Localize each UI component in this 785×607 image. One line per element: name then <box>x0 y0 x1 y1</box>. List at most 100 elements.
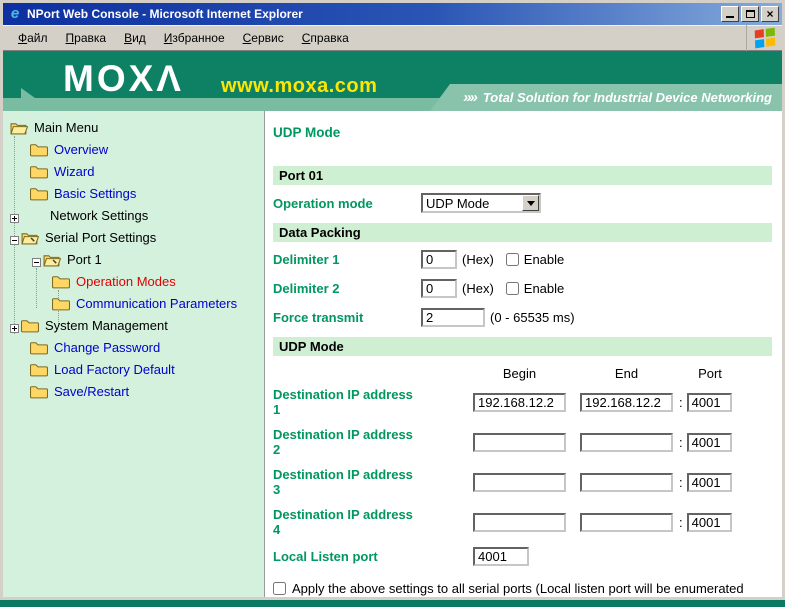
moxa-logo: MOXΛ <box>63 59 184 99</box>
menu-favorites[interactable]: Избранное <box>155 28 234 48</box>
destination-ip-2-port-input[interactable] <box>687 433 732 452</box>
destination-ip-3-end-input[interactable] <box>580 473 673 492</box>
expand-plus-icon[interactable] <box>10 211 19 220</box>
column-headers: Begin End Port <box>273 366 772 381</box>
delimiter-2-input[interactable] <box>421 279 457 298</box>
destination-ip-3-port-input[interactable] <box>687 473 732 492</box>
port-separator: : <box>673 435 687 450</box>
close-button[interactable]: × <box>761 6 779 22</box>
port-separator: : <box>673 475 687 490</box>
menu-file[interactable]: Файл <box>9 28 57 48</box>
operation-mode-value: UDP Mode <box>423 196 522 211</box>
sidebar-item-serial-port-settings[interactable]: Serial Port Settings <box>3 226 264 248</box>
sidebar-item-network-settings[interactable]: Network Settings <box>3 204 264 226</box>
hex-suffix: (Hex) <box>462 281 494 296</box>
window-title: NPort Web Console - Microsoft Internet E… <box>27 7 719 21</box>
destination-ip-2-end-input[interactable] <box>580 433 673 452</box>
folder-icon <box>30 340 48 355</box>
hex-suffix: (Hex) <box>462 252 494 267</box>
delimiter-1-label: Delimiter 1 <box>273 252 421 267</box>
delimiter-1-enable-checkbox[interactable] <box>506 253 519 266</box>
menu-help[interactable]: Справка <box>293 28 358 48</box>
destination-ip-4-end-input[interactable] <box>580 513 673 532</box>
delimiter-1-row: Delimiter 1 (Hex) Enable <box>273 250 772 269</box>
operation-mode-row: Operation mode UDP Mode <box>273 193 772 213</box>
operation-mode-select[interactable]: UDP Mode <box>421 193 541 213</box>
delimiter-2-row: Delimiter 2 (Hex) Enable <box>273 279 772 298</box>
folder-icon <box>30 362 48 377</box>
apply-all-row: Apply the above settings to all serial p… <box>273 580 772 597</box>
chevron-down-icon <box>527 201 535 206</box>
navigation-tree: Main Menu Overview Wizard <box>3 116 264 402</box>
destination-ip-4-begin-input[interactable] <box>473 513 566 532</box>
destination-ip-3-row: Destination IP address 3 : <box>273 467 772 497</box>
browser-window: e NPort Web Console - Microsoft Internet… <box>0 0 785 600</box>
column-begin: Begin <box>473 366 566 381</box>
section-data-packing: Data Packing <box>273 223 772 242</box>
destination-ip-3-label: Destination IP address 3 <box>273 467 473 497</box>
folder-icon <box>30 164 48 179</box>
destination-ip-2-begin-input[interactable] <box>473 433 566 452</box>
sidebar-item-change-password[interactable]: Change Password <box>3 336 264 358</box>
menu-tools[interactable]: Сервис <box>234 28 293 48</box>
range-suffix: (0 - 65535 ms) <box>490 310 575 325</box>
sidebar-item-port-1[interactable]: Port 1 <box>3 248 264 270</box>
column-end: End <box>580 366 673 381</box>
sidebar-item-operation-modes[interactable]: Operation Modes <box>3 270 264 292</box>
minimize-icon <box>726 11 734 18</box>
sidebar-item-load-factory-default[interactable]: Load Factory Default <box>3 358 264 380</box>
destination-ip-4-row: Destination IP address 4 : <box>273 507 772 537</box>
destination-ip-1-begin-input[interactable] <box>473 393 566 412</box>
force-transmit-row: Force transmit (0 - 65535 ms) <box>273 308 772 327</box>
banner-strip <box>3 98 443 111</box>
menu-edit[interactable]: Правка <box>57 28 116 48</box>
port-separator: : <box>673 515 687 530</box>
sidebar-item-wizard[interactable]: Wizard <box>3 160 264 182</box>
column-gap <box>566 366 580 381</box>
destination-ip-1-end-input[interactable] <box>580 393 673 412</box>
expand-plus-icon[interactable] <box>10 321 19 330</box>
force-transmit-input[interactable] <box>421 308 485 327</box>
port-separator: : <box>673 395 687 410</box>
local-listen-port-label: Local Listen port <box>273 549 473 564</box>
sidebar-item-save-restart[interactable]: Save/Restart <box>3 380 264 402</box>
apply-all-label: Apply the above settings to all serial p… <box>292 580 752 597</box>
sidebar-item-communication-parameters[interactable]: Communication Parameters <box>3 292 264 314</box>
folder-icon <box>21 318 39 333</box>
enable-label: Enable <box>524 281 564 296</box>
column-spacer <box>273 366 473 381</box>
delimiter-2-label: Delimiter 2 <box>273 281 421 296</box>
dropdown-button[interactable] <box>522 195 539 211</box>
chevrons-icon: »» <box>463 89 476 106</box>
open-folder-icon <box>10 120 28 135</box>
open-folder-icon <box>21 230 39 245</box>
destination-ip-4-label: Destination IP address 4 <box>273 507 473 537</box>
moxa-banner: MOXΛ www.moxa.com »» Total Solution for … <box>3 51 782 111</box>
sidebar-item-main-menu[interactable]: Main Menu <box>3 116 264 138</box>
collapse-minus-icon[interactable] <box>10 233 19 242</box>
delimiter-1-input[interactable] <box>421 250 457 269</box>
folder-icon <box>30 142 48 157</box>
page-title: UDP Mode <box>273 125 772 140</box>
section-udp-mode: UDP Mode <box>273 337 772 356</box>
delimiter-2-enable-checkbox[interactable] <box>506 282 519 295</box>
sidebar-item-basic-settings[interactable]: Basic Settings <box>3 182 264 204</box>
menu-view[interactable]: Вид <box>115 28 155 48</box>
client-area: Main Menu Overview Wizard <box>3 111 782 597</box>
destination-ip-4-port-input[interactable] <box>687 513 732 532</box>
destination-ip-1-port-input[interactable] <box>687 393 732 412</box>
operation-mode-label: Operation mode <box>273 196 421 211</box>
sidebar-item-system-management[interactable]: System Management <box>3 314 264 336</box>
open-folder-icon <box>43 252 61 267</box>
minimize-button[interactable] <box>721 6 739 22</box>
collapse-minus-icon[interactable] <box>32 255 41 264</box>
folder-icon <box>30 384 48 399</box>
moxa-website: www.moxa.com <box>221 75 377 98</box>
sidebar-item-overview[interactable]: Overview <box>3 138 264 160</box>
maximize-button[interactable] <box>741 6 759 22</box>
local-listen-port-input[interactable] <box>473 547 529 566</box>
destination-ip-3-begin-input[interactable] <box>473 473 566 492</box>
destination-ip-2-row: Destination IP address 2 : <box>273 427 772 457</box>
banner-tagline-band: »» Total Solution for Industrial Device … <box>430 84 782 111</box>
apply-all-checkbox[interactable] <box>273 582 286 595</box>
